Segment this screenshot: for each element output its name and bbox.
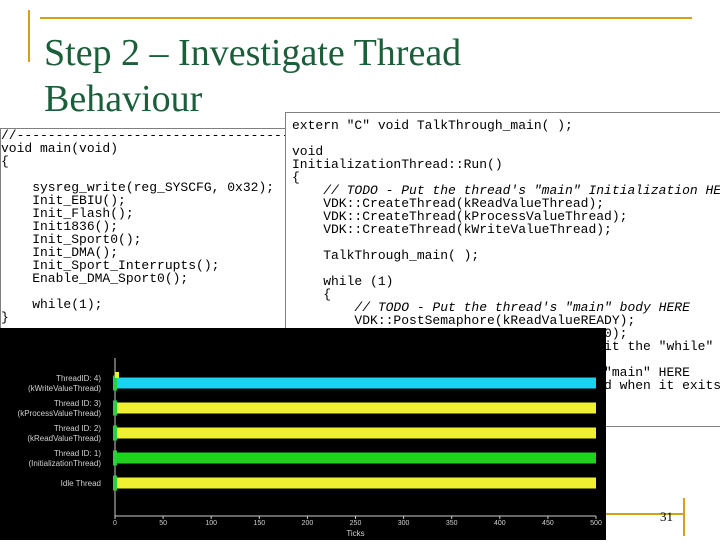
thread-label: Thread ID: 2): [54, 424, 101, 433]
thread-sublabel: (InitializationThread): [29, 459, 102, 468]
thread-marker: [113, 425, 117, 441]
thread-timeline-chart: ThreadID: 4) (kWriteValueThread) Thread ID…: [0, 328, 606, 540]
code-line: void main(void): [1, 141, 119, 156]
main-code-window[interactable]: //--------------------------------------…: [0, 128, 288, 330]
code-line: }: [1, 310, 9, 325]
x-tick-label: 450: [542, 520, 554, 527]
decorative-tick: [683, 498, 685, 536]
thread-label: Idle Thread: [61, 479, 101, 488]
thread-bar: [115, 377, 596, 389]
code-line: {: [1, 154, 9, 169]
x-axis-label: Ticks: [346, 529, 364, 538]
thread-label: Thread ID: 1): [54, 449, 101, 458]
x-tick-label: 500: [590, 520, 602, 527]
thread-label: ThreadID: 4): [56, 374, 101, 383]
code-line: VDK::CreateThread(kWriteValueThread);: [292, 222, 612, 237]
decorative-line-left: [28, 10, 30, 62]
thread-sublabel: (kWriteValueThread): [28, 384, 101, 393]
x-tick-label: 250: [350, 520, 362, 527]
main-code-body: //--------------------------------------…: [1, 129, 287, 324]
slide-title-line-1: Step 2 – Investigate Thread: [44, 32, 462, 74]
thread-marker: [113, 475, 117, 491]
page-number: 31: [660, 509, 673, 524]
top-marker: [115, 372, 119, 378]
x-tick-label: 300: [398, 520, 410, 527]
slide-title: Step 2 – Investigate Thread Behaviour: [44, 30, 461, 122]
code-line: TalkThrough_main( );: [292, 248, 480, 263]
code-line: InitializationThread::Run(): [292, 157, 503, 172]
thread-bar: [115, 402, 596, 414]
thread-sublabel: (kReadValueThread): [27, 434, 101, 443]
x-tick-label: 400: [494, 520, 506, 527]
thread-bar: [115, 452, 596, 464]
code-line: Enable_DMA_Sport0();: [1, 271, 189, 286]
x-tick-label: 100: [205, 520, 217, 527]
x-tick-label: 150: [253, 520, 265, 527]
thread-bar: [115, 427, 596, 439]
x-tick-label: 350: [446, 520, 458, 527]
x-tick-label: 50: [159, 520, 167, 527]
code-line: extern "C" void TalkThrough_main( );: [292, 118, 573, 133]
code-line: while(1);: [1, 297, 103, 312]
code-line: while (1): [292, 274, 394, 289]
x-tick-label: 200: [302, 520, 314, 527]
thread-sublabel: (kProcessValueThread): [18, 409, 102, 418]
thread-label: Thread ID: 3): [54, 399, 101, 408]
thread-timeline-svg: ThreadID: 4)(kWriteValueThread) Thread ID…: [18, 358, 602, 538]
thread-marker: [113, 400, 117, 416]
thread-marker: [113, 450, 117, 466]
decorative-line-top: [40, 17, 692, 19]
thread-bar: [115, 477, 596, 489]
x-tick-label: 0: [113, 520, 117, 527]
